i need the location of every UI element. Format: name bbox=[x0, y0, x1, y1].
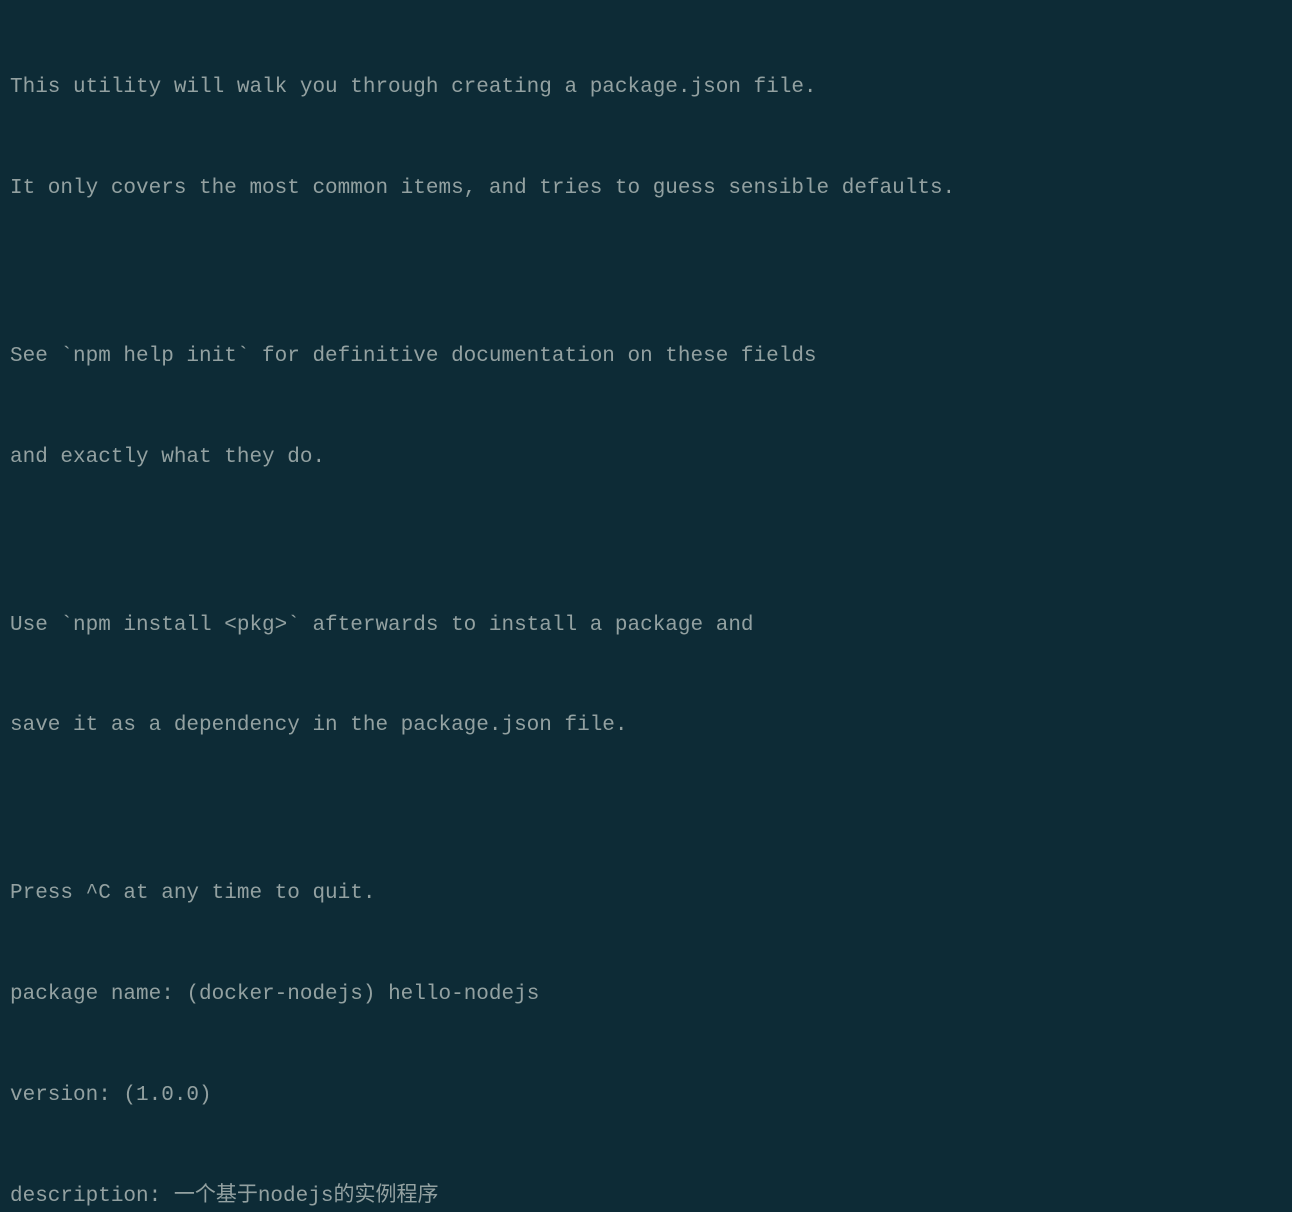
prompt-package-name: package name: (docker-nodejs) hello-node… bbox=[10, 978, 1282, 1012]
version-default: (1.0.0) bbox=[123, 1084, 224, 1107]
package-name-default: (docker-nodejs) bbox=[186, 983, 388, 1006]
intro-line-3: See `npm help init` for definitive docum… bbox=[10, 340, 1282, 374]
intro-line-5: Use `npm install <pkg>` afterwards to in… bbox=[10, 609, 1282, 643]
intro-line-6: save it as a dependency in the package.j… bbox=[10, 709, 1282, 743]
prompt-description: description: 一个基于nodejs的实例程序 bbox=[10, 1180, 1282, 1212]
terminal-output[interactable]: This utility will walk you through creat… bbox=[10, 4, 1282, 1212]
prompt-version: version: (1.0.0) bbox=[10, 1079, 1282, 1113]
package-name-value: hello-nodejs bbox=[388, 983, 539, 1006]
intro-line-1: This utility will walk you through creat… bbox=[10, 71, 1282, 105]
intro-line-2: It only covers the most common items, an… bbox=[10, 172, 1282, 206]
package-name-label: package name: bbox=[10, 983, 186, 1006]
version-label: version: bbox=[10, 1084, 123, 1107]
intro-line-4: and exactly what they do. bbox=[10, 441, 1282, 475]
description-label: description: bbox=[10, 1185, 174, 1208]
description-value: 一个基于nodejs的实例程序 bbox=[174, 1185, 439, 1208]
intro-line-7: Press ^C at any time to quit. bbox=[10, 877, 1282, 911]
